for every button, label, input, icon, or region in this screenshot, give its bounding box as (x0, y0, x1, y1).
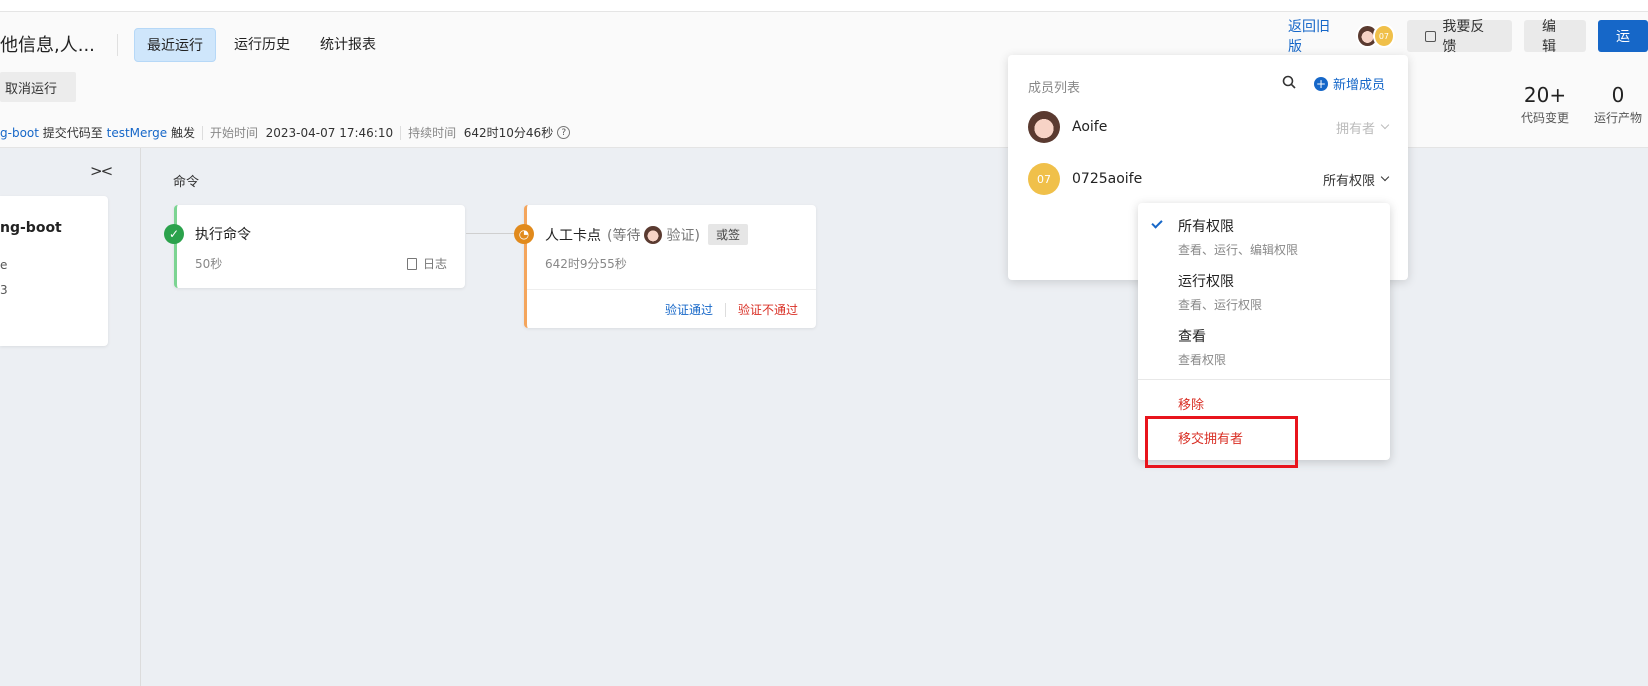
member-name: 0725aoife (1072, 171, 1143, 187)
job-duration: 50秒 (195, 257, 223, 271)
start-time-label: 开始时间 (209, 126, 258, 140)
menu-item-run-permissions[interactable]: 运行权限 查看、运行权限 (1178, 271, 1262, 313)
feedback-icon (1425, 30, 1437, 42)
cancel-run-button[interactable]: 取消运行 (0, 72, 76, 102)
option-title: 查看 (1178, 329, 1206, 345)
action-divider (724, 302, 726, 317)
page-title: 他信息,人... (0, 35, 95, 56)
back-to-old-version-link[interactable]: 返回旧版 (1288, 16, 1340, 56)
stat-artifacts[interactable]: 0 运行产物 (1594, 83, 1642, 126)
stat-number: 0 (1611, 83, 1625, 107)
or-sign-tag: 或签 (707, 224, 748, 245)
member-role-select: 拥有者 (1335, 118, 1390, 137)
menu-item-all-permissions[interactable]: 所有权限 查看、运行、编辑权限 (1178, 216, 1298, 258)
branch-link[interactable]: testMerge (107, 126, 168, 140)
tab-recent-runs[interactable]: 最近运行 (134, 28, 216, 62)
tab-bar: 最近运行 运行历史 统计报表 (134, 28, 388, 62)
option-desc: 查看权限 (1178, 353, 1227, 367)
member-avatar: 07 (1028, 163, 1060, 195)
highlight-annotation-box (1145, 416, 1298, 468)
info-divider (400, 125, 402, 140)
trigger-text: 触发 (170, 126, 195, 140)
stat-code-changes[interactable]: 20+ 代码变更 (1521, 83, 1569, 126)
tab-run-history[interactable]: 运行历史 (222, 28, 302, 62)
stat-number: 20+ (1523, 83, 1567, 107)
source-card-title: ng-boot (0, 220, 62, 236)
menu-divider (1138, 379, 1390, 380)
commit-action-text: 提交代码至 (42, 126, 103, 140)
start-time-value: 2023-04-07 17:46:10 (265, 125, 394, 140)
job-duration: 642时9分55秒 (545, 257, 627, 271)
approve-button[interactable]: 验证通过 (665, 301, 713, 318)
waiting-clock-icon: ◔ (514, 224, 534, 244)
title-divider (117, 34, 118, 56)
card-divider (527, 289, 816, 290)
waiting-prefix: (等待 (607, 227, 641, 244)
stat-label: 运行产物 (1594, 111, 1643, 125)
job-title-row: 人工卡点 (等待 验证) 或签 (545, 224, 748, 245)
duration-value: 642时10分46秒 (463, 126, 554, 140)
option-title: 所有权限 (1178, 219, 1234, 235)
reject-button[interactable]: 验证不通过 (738, 301, 798, 318)
log-label: 日志 (422, 257, 447, 271)
source-card-line: 3 (0, 283, 8, 297)
member-avatar (1028, 111, 1060, 143)
source-column: >< ng-boot e 3 (0, 148, 141, 686)
repo-link[interactable]: g-boot (0, 126, 39, 140)
member-role: 所有权限 (1322, 173, 1375, 189)
member-row: 07 0725aoife 所有权限 (1028, 162, 1390, 196)
success-check-icon: ✓ (164, 224, 184, 244)
add-member-button[interactable]: + 新增成员 (1314, 74, 1385, 93)
source-card[interactable]: ng-boot e 3 (0, 196, 108, 346)
add-member-label: 新增成员 (1333, 78, 1386, 93)
edit-button[interactable]: 编辑 (1523, 19, 1586, 55)
duration-label: 持续时间 (408, 126, 457, 140)
chevron-down-icon (1380, 120, 1390, 130)
job-title: 执行命令 (195, 227, 251, 243)
log-link[interactable]: 日志 (406, 255, 447, 272)
approver-avatar (644, 225, 663, 244)
feedback-button[interactable]: 我要反馈 (1407, 19, 1512, 55)
job-card-manual-check[interactable]: ◔ 人工卡点 (等待 验证) 或签 642时9分55秒 验证通过 验证不通过 (514, 205, 816, 328)
stage-label: 命令 (173, 175, 200, 190)
member-avatar-07[interactable]: 07 (1372, 24, 1396, 48)
run-button[interactable]: 运 (1597, 20, 1648, 52)
tab-statistics[interactable]: 统计报表 (308, 28, 388, 62)
check-icon (1151, 217, 1163, 229)
menu-item-view[interactable]: 查看 查看权限 (1178, 326, 1226, 368)
waiting-suffix: 验证) (666, 227, 700, 244)
top-strip (0, 0, 1648, 12)
menu-item-remove[interactable]: 移除 (1178, 394, 1204, 413)
collapse-icon[interactable]: >< (90, 162, 113, 180)
run-info-line: g-boot 提交代码至 testMerge 触发 开始时间 2023-04-0… (0, 124, 571, 141)
member-list-title: 成员列表 (1028, 81, 1081, 96)
source-card-line: e (0, 258, 8, 272)
option-title: 运行权限 (1178, 274, 1234, 290)
job-title: 人工卡点 (545, 227, 601, 244)
info-divider (201, 125, 203, 140)
help-icon[interactable]: ? (557, 126, 571, 139)
feedback-label: 我要反馈 (1442, 19, 1485, 55)
option-desc: 查看、运行、编辑权限 (1178, 243, 1299, 257)
member-role-select[interactable]: 所有权限 (1322, 170, 1390, 189)
member-row: Aoife 拥有者 (1028, 110, 1390, 144)
approval-actions: 验证通过 验证不通过 (665, 301, 798, 318)
search-icon[interactable] (1282, 75, 1296, 89)
chevron-down-icon (1380, 172, 1390, 182)
plus-circle-icon: + (1314, 76, 1328, 91)
member-name: Aoife (1072, 119, 1108, 135)
stat-label: 代码变更 (1521, 111, 1570, 125)
header-actions: 返回旧版 07 我要反馈 编辑 运 (1288, 16, 1648, 56)
job-card-execute-command[interactable]: ✓ 执行命令 50秒 日志 (164, 205, 465, 288)
member-role: 拥有者 (1335, 121, 1375, 137)
option-desc: 查看、运行权限 (1178, 298, 1263, 312)
log-icon (406, 257, 417, 270)
